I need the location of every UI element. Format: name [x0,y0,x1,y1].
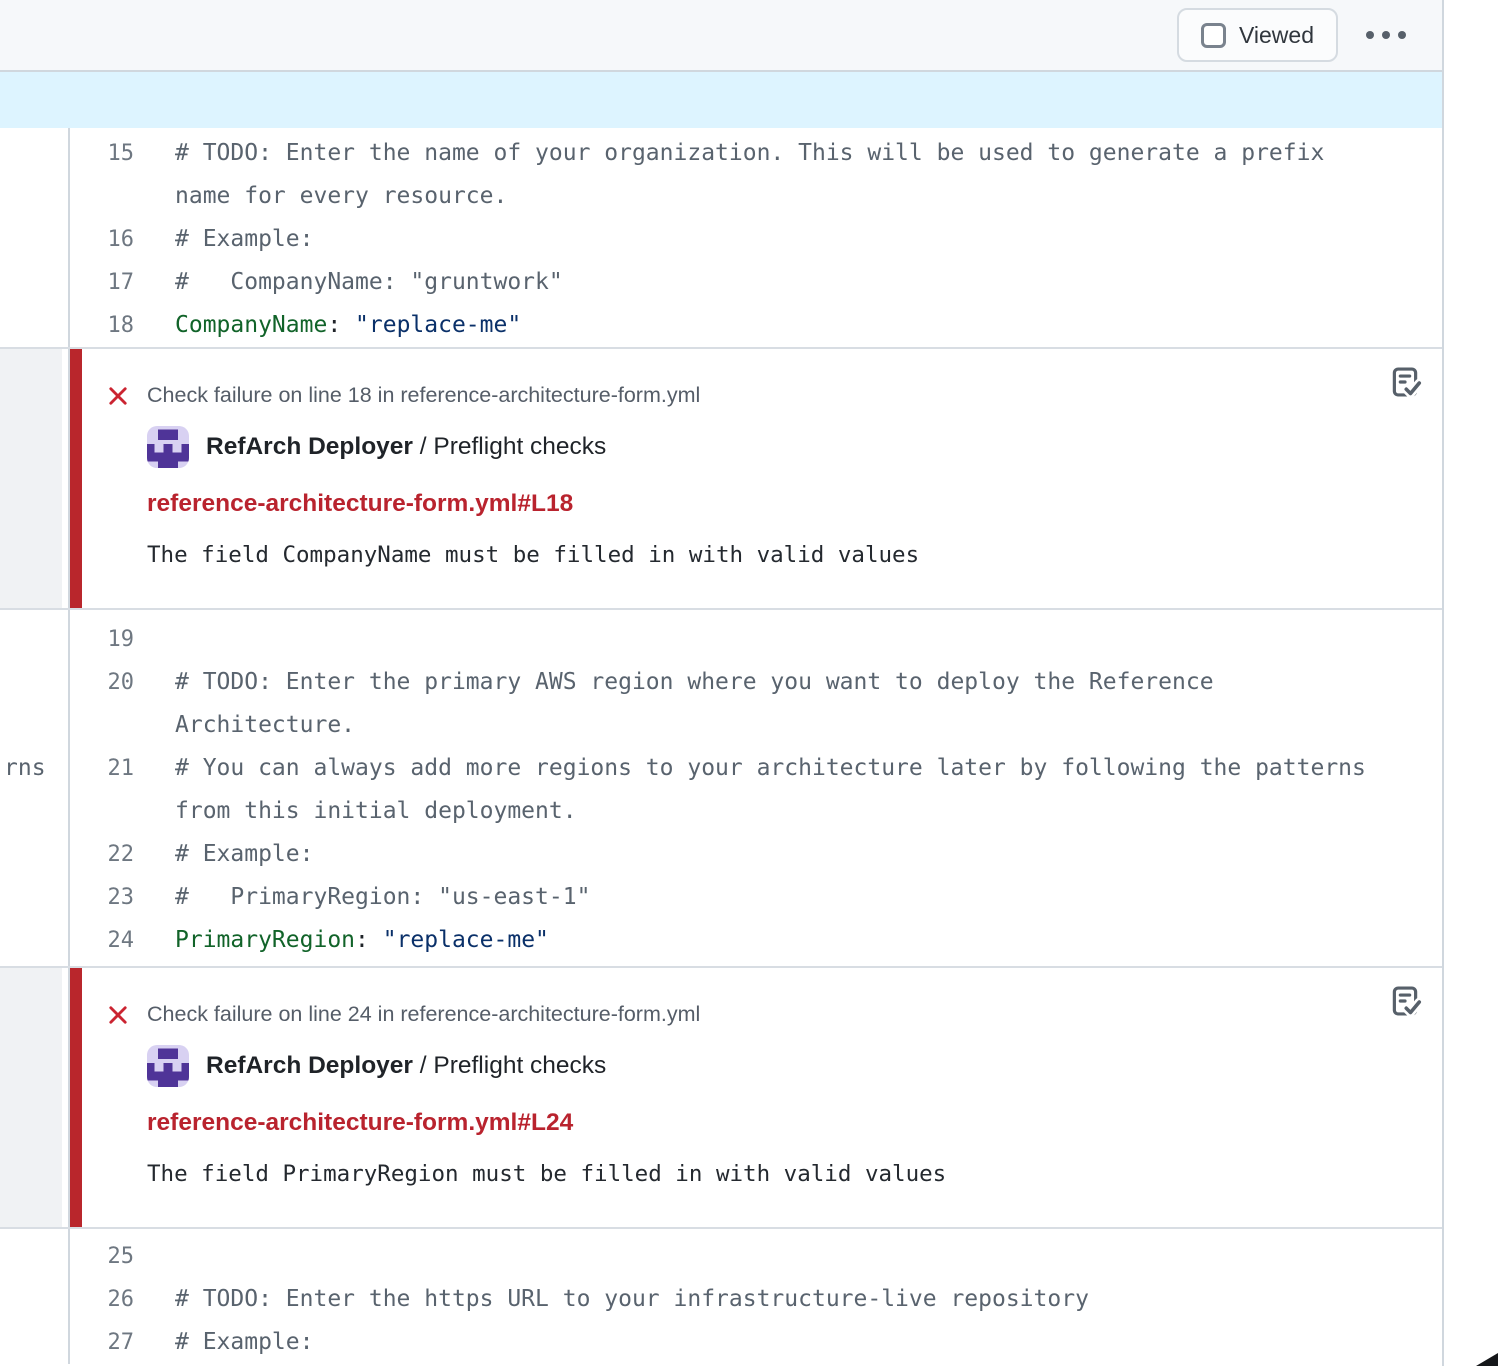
code-line: 15# TODO: Enter the name of your organiz… [70,132,1442,218]
refarch-deployer-app-icon [147,426,189,468]
hunk-row: 15# TODO: Enter the name of your organiz… [0,128,1442,347]
annotation-message: The field CompanyName must be filled in … [147,542,1402,568]
code-hunk: 2526# TODO: Enter the https URL to your … [70,1229,1442,1364]
code-line: 23# PrimaryRegion: "us-east-1" [70,876,1442,919]
file-header-bar: Viewed [0,0,1442,72]
file-options-kebab-icon[interactable] [1360,21,1412,49]
line-number[interactable]: 24 [70,919,156,962]
check-annotation: Check failure on line 18 in reference-ar… [70,349,1442,608]
code-line: 22# Example: [70,833,1442,876]
code-line: 26# TODO: Enter the https URL to your in… [70,1278,1442,1321]
annotation-header-row: Check failure on line 18 in reference-ar… [106,383,1402,408]
code-line: 19 [70,618,1442,661]
annotation-checklist-icon[interactable] [1386,982,1424,1023]
refarch-deployer-app-icon [147,1045,189,1087]
code-text: # Example: [156,1321,1442,1364]
clipped-left-pane-code: rns [4,747,46,790]
annotation-header-text: Check failure on line 24 in reference-ar… [147,1002,700,1027]
annotation-header-text: Check failure on line 18 in reference-ar… [147,383,700,408]
code-text: # TODO: Enter the https URL to your infr… [156,1278,1442,1321]
line-number[interactable]: 20 [70,661,156,747]
annotation-message: The field PrimaryRegion must be filled i… [147,1161,1402,1187]
annotation-file-link[interactable]: reference-architecture-form.yml#L24 [147,1109,573,1137]
check-run-row: RefArch Deployer / Preflight checks [147,426,1402,468]
left-pane-cell: rns [0,610,70,966]
code-text [156,618,1442,661]
check-run-context: / Preflight checks [413,1052,606,1079]
annotation-checklist-icon[interactable] [1386,363,1424,404]
line-number[interactable]: 22 [70,833,156,876]
annotation-file-link[interactable]: reference-architecture-form.yml#L18 [147,490,573,518]
line-number[interactable]: 27 [70,1321,156,1364]
code-text [156,1235,1442,1278]
hunk-row: 2526# TODO: Enter the https URL to your … [0,1229,1442,1364]
line-number[interactable]: 19 [70,618,156,661]
check-run-row: RefArch Deployer / Preflight checks [147,1045,1402,1087]
check-run-name: RefArch Deployer [206,1052,413,1079]
code-line: 21# You can always add more regions to y… [70,747,1442,833]
check-failure-x-icon [106,1003,130,1027]
hunk-row: rns 1920# TODO: Enter the primary AWS reg… [0,610,1442,966]
left-pane-cell [0,128,70,347]
check-run-name: RefArch Deployer [206,433,413,460]
code-text: # PrimaryRegion: "us-east-1" [156,876,1442,919]
check-run-context: / Preflight checks [413,433,606,460]
check-failure-x-icon [106,384,130,408]
code-text: # TODO: Enter the primary AWS region whe… [156,661,1442,747]
code-text: PrimaryRegion: "replace-me" [156,919,1442,962]
code-text: # CompanyName: "gruntwork" [156,261,1442,304]
line-number[interactable]: 15 [70,132,156,218]
viewed-toggle-button[interactable]: Viewed [1177,8,1338,62]
line-number[interactable]: 16 [70,218,156,261]
code-line: 27# Example: [70,1321,1442,1364]
code-text: # You can always add more regions to you… [156,747,1442,833]
kebab-dot [1366,31,1374,39]
code-line: 16# Example: [70,218,1442,261]
code-text: # TODO: Enter the name of your organizat… [156,132,1442,218]
code-hunk: 15# TODO: Enter the name of your organiz… [70,128,1442,347]
code-line: 17# CompanyName: "gruntwork" [70,261,1442,304]
pull-request-file-diff: Viewed 15# TODO: Enter the name of your … [0,0,1444,1366]
expanded-hunk-bar [0,72,1442,128]
left-pane-cell [0,1229,70,1364]
code-line: 20# TODO: Enter the primary AWS region w… [70,661,1442,747]
kebab-dot [1382,31,1390,39]
code-hunk: 1920# TODO: Enter the primary AWS region… [70,610,1442,966]
code-text: CompanyName: "replace-me" [156,304,1442,347]
left-pane-cell [0,968,70,1227]
code-line: 25 [70,1235,1442,1278]
code-line: 18CompanyName: "replace-me" [70,304,1442,347]
diff-sections: 15# TODO: Enter the name of your organiz… [0,128,1442,1364]
check-annotation: Check failure on line 24 in reference-ar… [70,968,1442,1227]
left-pane-cell [0,349,70,608]
viewed-checkbox[interactable] [1201,23,1226,48]
line-number[interactable]: 17 [70,261,156,304]
line-number[interactable]: 18 [70,304,156,347]
viewed-label: Viewed [1239,22,1314,49]
code-text: # Example: [156,833,1442,876]
line-number[interactable]: 26 [70,1278,156,1321]
code-text: # Example: [156,218,1442,261]
annotation-row: Check failure on line 24 in reference-ar… [0,966,1442,1229]
line-number[interactable]: 23 [70,876,156,919]
code-line: 24PrimaryRegion: "replace-me" [70,919,1442,962]
line-number[interactable]: 21 [70,747,156,833]
annotation-header-row: Check failure on line 24 in reference-ar… [106,1002,1402,1027]
mouse-cursor [1476,1353,1498,1366]
line-number[interactable]: 25 [70,1235,156,1278]
kebab-dot [1398,31,1406,39]
annotation-row: Check failure on line 18 in reference-ar… [0,347,1442,610]
